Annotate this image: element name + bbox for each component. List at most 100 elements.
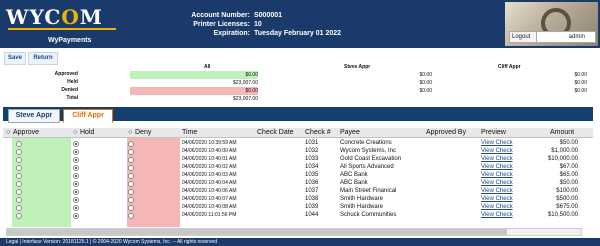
row-amount: $10,500.00 [547,212,578,218]
col-approve-radio-icon: ○ [6,129,11,136]
row-time: 04/06/2020 10:40:03 AM [182,172,237,178]
row-amount: $67.00 [559,164,578,170]
horizontal-scrollbar[interactable] [6,228,582,236]
row-check-num: 1035 [305,172,319,178]
logo-text-accent: O [61,5,80,29]
hold-radio[interactable] [73,213,79,219]
summary-row-held: Held $23,007.00 $0.00 $0.00 [0,79,600,87]
footer: Legal | Interface Version: 20181125.1 | … [0,238,600,246]
row-amount: $1,000.00 [551,148,578,154]
summary-row-denied: Denied $0.00 $0.00 $0.00 [0,87,600,95]
row-check-num: 1033 [305,156,319,162]
summary-row-approved: Approved $0.00 $0.00 $0.00 [0,71,600,79]
tab-label: Cliff Appr [72,112,104,119]
view-check-link[interactable]: View Check [481,187,513,195]
summary-value-all: $23,007.00 [232,96,258,102]
row-payee: Smith Hardware [340,196,384,202]
col-check-num[interactable]: Check # [305,128,331,137]
return-button[interactable]: Return [28,52,58,65]
row-amount: $10,000.00 [547,156,578,162]
summary-value-steve: $0.00 [419,80,432,86]
row-payee: Gold Coast Excavation [340,156,402,162]
summary-label: Total [66,95,78,101]
summary-col-all: All [204,64,211,70]
col-amount[interactable]: Amount [550,128,574,137]
row-time: 04/06/2020 10:40:07 AM [182,196,237,202]
row-payee: All Sports Advanced [340,164,394,170]
deny-radio[interactable] [128,213,134,219]
summary-label: Approved [54,71,78,77]
account-number-label: Account Number: [191,12,250,19]
footer-text: Legal | Interface Version: 20181125.1 | … [6,239,217,245]
view-check-link[interactable]: View Check [481,139,513,147]
col-check-date[interactable]: Check Date [257,128,294,137]
row-amount: $50.00 [559,140,578,146]
logo-underline [8,28,116,30]
col-approve[interactable]: Approve [13,128,39,137]
col-payee[interactable]: Payee [340,128,360,137]
approve-radio[interactable] [16,213,22,219]
table-row: 04/06/2020 10:40:06 AM 1037 Main Street … [3,187,593,195]
summary-value-steve: $0.00 [419,72,432,78]
user-name: admin [568,34,585,40]
row-check-num: 1031 [305,140,319,146]
logo-text-suffix: M [79,5,103,29]
row-time: 04/06/2020 10:40:00 AM [182,148,237,154]
summary-value-cliff: $0.00 [574,88,587,94]
view-check-link[interactable]: View Check [481,147,513,155]
summary-label: Held [67,79,78,85]
account-info: Account Number: S000001 Printer Licenses:… [186,11,341,38]
col-time[interactable]: Time [182,128,197,137]
row-payee: ABC Bank [340,180,368,186]
row-check-num: 1038 [305,196,319,202]
row-amount: $500.00 [556,196,578,202]
col-hold-radio-icon: ○ [73,129,78,136]
table-header: ○ Approve ○ Hold ○ Deny Time Check Date … [3,128,593,138]
table-row: 04/06/2020 10:40:08 AM 1039 Smith Hardwa… [3,203,593,211]
printer-licenses-label: Printer Licenses: [193,21,250,28]
view-check-link[interactable]: View Check [481,179,513,187]
summary-value-all: $0.00 [130,71,258,79]
row-check-num: 1039 [305,204,319,210]
logout-button[interactable]: Logout [509,31,539,43]
view-check-link[interactable]: View Check [481,171,513,179]
summary-value-steve: $0.00 [419,88,432,94]
tab-steve-appr[interactable]: Steve Appr [8,109,60,123]
return-label: Return [33,55,53,61]
expiration: Tuesday February 01 2022 [254,30,342,37]
user-menu[interactable]: admin [536,31,596,43]
col-approved-by[interactable]: Approved By [426,128,466,137]
row-time: 04/06/2020 10:40:06 AM [182,188,237,194]
row-check-num: 1044 [305,212,319,218]
view-check-link[interactable]: View Check [481,203,513,211]
summary-label: Denied [61,87,78,93]
row-time: 04/06/2020 10:40:01 AM [182,156,237,162]
col-preview[interactable]: Preview [481,128,506,137]
summary-value-cliff: $0.00 [574,72,587,78]
col-deny[interactable]: Deny [135,128,151,137]
row-time: 04/06/2020 10:40:08 AM [182,204,237,210]
summary-row-total: Total $23,007.00 [0,95,600,103]
row-payee: ABC Bank [340,172,368,178]
scrollbar-thumb[interactable] [7,229,507,235]
row-amount: $100.00 [556,188,578,194]
view-check-link[interactable]: View Check [481,155,513,163]
save-label: Save [7,55,22,61]
summary-value-cliff: $0.00 [574,80,587,86]
col-deny-radio-icon: ○ [128,129,133,136]
table-row: 04/06/2020 10:39:59 AM 1031 Concrete Cre… [3,139,593,147]
row-check-num: 1034 [305,164,319,170]
row-amount: $65.00 [559,172,578,178]
view-check-link[interactable]: View Check [481,195,513,203]
row-time: 04/06/2020 10:40:02 AM [182,164,237,170]
save-button[interactable]: Save [4,52,26,65]
summary-col-steve: Steve Appr [344,64,371,70]
tab-cliff-appr[interactable]: Cliff Appr [63,109,113,123]
view-check-link[interactable]: View Check [481,163,513,171]
app-name: WyPayments [48,37,92,44]
view-check-link[interactable]: View Check [481,211,513,219]
logo-text-prefix: WYC [6,5,62,29]
row-payee: Concrete Creations [340,140,392,146]
col-hold[interactable]: Hold [80,128,94,137]
row-time: 04/06/2020 11:01:56 PM [182,212,237,218]
